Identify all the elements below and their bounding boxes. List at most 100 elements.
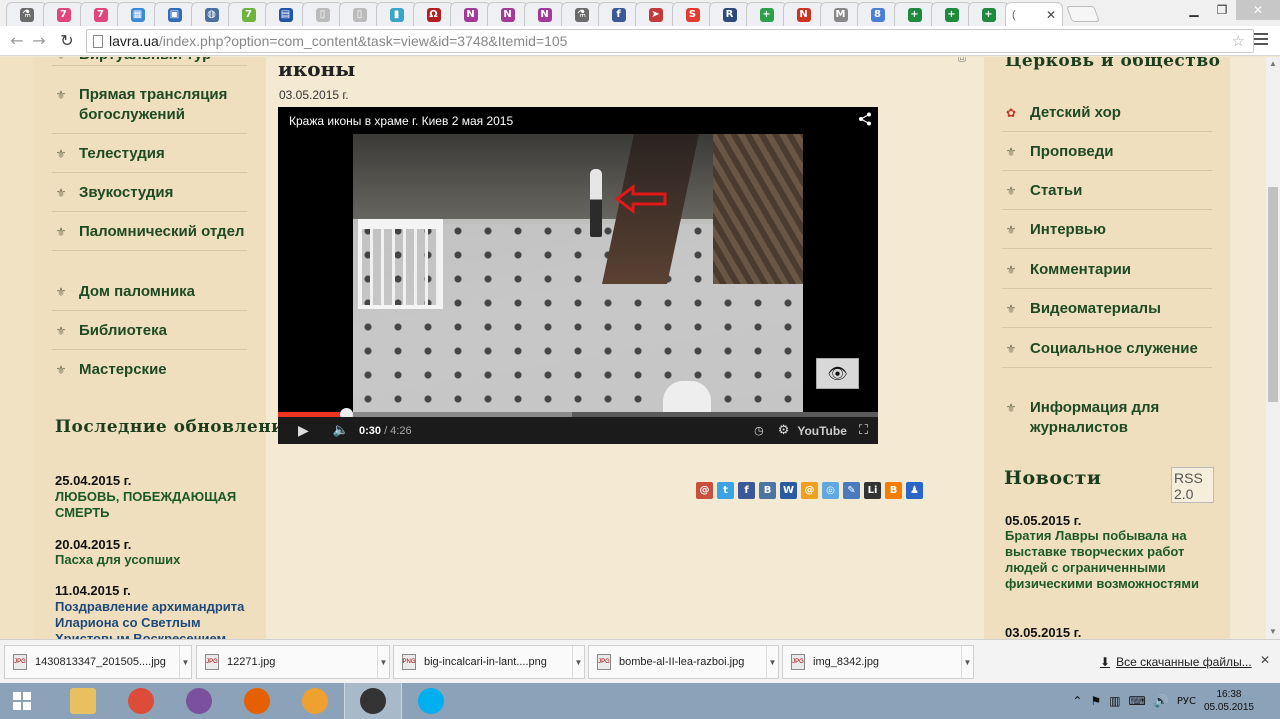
fullscreen-icon[interactable]: ⛶ <box>859 423 868 438</box>
firefox-icon[interactable] <box>228 683 286 719</box>
browser-tab[interactable]: ▤ <box>265 2 306 26</box>
browser-tab[interactable]: ▮ <box>376 2 417 26</box>
volume-icon[interactable]: 🔊 <box>1154 694 1169 708</box>
left-menu-item-telestudio[interactable]: ⚜ Телестудия <box>52 144 247 173</box>
rss-icon[interactable]: RSS 2.0 <box>1171 467 1214 503</box>
network-icon[interactable]: ▥ <box>1109 694 1120 708</box>
page-scrollbar[interactable]: ▲ ▼ <box>1266 57 1280 639</box>
browser-tab[interactable]: ▯ <box>339 2 380 26</box>
browser-tab[interactable]: S <box>672 2 713 26</box>
reload-button[interactable]: ↻ <box>56 30 78 52</box>
viber-icon[interactable] <box>170 683 228 719</box>
browser-tab[interactable]: ⚗ <box>6 2 47 26</box>
print-icon[interactable]: ⎙ <box>958 57 966 64</box>
youtube-logo[interactable]: YouTube <box>797 424 847 438</box>
browser-tab[interactable]: + <box>746 2 787 26</box>
all-downloads-link[interactable]: ⬇ Все скачанные файлы... <box>1100 655 1252 669</box>
twitter-icon[interactable]: t <box>717 482 734 499</box>
browser-tab[interactable]: 7 <box>43 2 84 26</box>
keyboard-icon[interactable]: ⌨ <box>1129 694 1146 708</box>
right-menu-item-video[interactable]: ⚜ Видеоматериалы <box>1002 299 1212 328</box>
liveinternet-icon[interactable]: Li <box>864 482 881 499</box>
pencil-icon[interactable]: ✎ <box>843 482 860 499</box>
scrollbar-thumb[interactable] <box>1268 187 1278 402</box>
right-menu-item-articles[interactable]: ⚜ Статьи <box>1002 181 1212 210</box>
clock[interactable]: 16:38 05.05.2015 <box>1204 688 1254 714</box>
settings-gear-icon[interactable]: ⚙ <box>778 423 790 438</box>
download-item[interactable]: JPG 12271.jpg ▼ <box>196 645 390 679</box>
browser-tab[interactable]: + <box>968 2 1009 26</box>
skype-icon[interactable] <box>402 683 460 719</box>
tab-active[interactable]: ( ✕ <box>1005 2 1063 26</box>
bookmark-star-icon[interactable]: ☆ <box>1232 32 1245 50</box>
download-item[interactable]: PNG big-incalcari-in-lant....png ▼ <box>393 645 585 679</box>
vkontakte-icon[interactable]: В <box>759 482 776 499</box>
language-indicator[interactable]: РУС <box>1177 696 1196 707</box>
download-item[interactable]: JPG 1430813347_201505....jpg ▼ <box>4 645 192 679</box>
browser-tab[interactable]: ◍ <box>191 2 232 26</box>
browser-tab[interactable]: ▯ <box>302 2 343 26</box>
video-player[interactable]: Кража иконы в храме г. Киев 2 мая 2015 👁… <box>278 107 878 444</box>
tray-expand-icon[interactable]: ⌃ <box>1072 694 1082 708</box>
left-menu-item-library[interactable]: ⚜ Библиотека <box>52 321 247 350</box>
browser-tab[interactable]: 7 <box>80 2 121 26</box>
chrome-icon[interactable] <box>112 683 170 719</box>
close-download-bar-icon[interactable]: ✕ <box>1260 653 1270 667</box>
left-menu-item-pilgrim-house[interactable]: ⚜ Дом паломника <box>52 282 247 311</box>
camera-icon[interactable] <box>344 683 402 719</box>
chevron-down-icon[interactable]: ▼ <box>766 646 778 678</box>
browser-tab[interactable]: 8 <box>857 2 898 26</box>
forward-button[interactable]: → <box>28 30 50 52</box>
blogger-icon[interactable]: B <box>885 482 902 499</box>
close-window-icon[interactable]: ✕ <box>1236 0 1280 20</box>
chrome-menu-icon[interactable] <box>1254 33 1268 48</box>
browser-tab[interactable]: ⚗ <box>561 2 602 26</box>
right-menu-item-interview[interactable]: ⚜ Интервью <box>1002 220 1212 249</box>
mute-icon[interactable]: 🔈 <box>333 423 349 438</box>
share-icon[interactable] <box>858 112 872 126</box>
ya-icon[interactable]: ◎ <box>822 482 839 499</box>
right-menu-item-choir[interactable]: ✿ Детский хор <box>1002 103 1212 132</box>
browser-tab[interactable]: N <box>487 2 528 26</box>
update-link[interactable]: Поздравление архимандрита Илариона со Св… <box>55 599 255 639</box>
play-icon[interactable]: ▶ <box>298 423 309 439</box>
browser-tab[interactable]: Ω <box>413 2 454 26</box>
video-frame[interactable] <box>353 134 803 415</box>
flag-icon[interactable]: ⚑ <box>1090 694 1101 708</box>
left-menu-item-soundstudio[interactable]: ⚜ Звукостудия <box>52 183 247 212</box>
bookmark-icon[interactable]: W <box>780 482 797 499</box>
back-button[interactable]: ← <box>6 30 28 52</box>
browser-tab[interactable]: ▣ <box>154 2 195 26</box>
file-explorer-icon[interactable] <box>54 683 112 719</box>
chevron-down-icon[interactable]: ▼ <box>179 646 191 678</box>
left-menu-item-virtual-tour[interactable]: ⚜Виртуальный тур <box>52 57 247 66</box>
minimize-icon[interactable]: ▁ <box>1180 0 1208 20</box>
chevron-down-icon[interactable]: ▼ <box>572 646 584 678</box>
people-icon[interactable]: ♟ <box>906 482 923 499</box>
news-link[interactable]: Братия Лавры побывала на выставке творче… <box>1005 528 1215 592</box>
watch-later-icon[interactable]: ◷ <box>754 424 764 437</box>
right-menu-item-journalists[interactable]: ⚜ Информация для журналистов <box>1002 398 1212 448</box>
browser-tab[interactable]: f <box>598 2 639 26</box>
new-tab-button[interactable] <box>1066 6 1100 22</box>
facebook-icon[interactable]: f <box>738 482 755 499</box>
download-item[interactable]: JPG bombe-al-II-lea-razboi.jpg ▼ <box>588 645 779 679</box>
maximize-icon[interactable]: ❐ <box>1208 0 1236 20</box>
update-link[interactable]: Пасха для усопших <box>55 552 255 568</box>
right-menu-item-comments[interactable]: ⚜ Комментарии <box>1002 260 1212 289</box>
browser-tab[interactable]: N <box>783 2 824 26</box>
left-menu-item-workshops[interactable]: ⚜ Мастерские <box>52 360 247 390</box>
address-bar[interactable]: lavra.ua/index.php?option=com_content&ta… <box>86 29 1254 53</box>
start-button[interactable] <box>0 683 44 719</box>
update-link[interactable]: ЛЮБОВЬ, ПОБЕЖДАЮЩАЯ СМЕРТЬ <box>55 489 255 521</box>
browser-tab[interactable]: ▦ <box>117 2 158 26</box>
close-tab-icon[interactable]: ✕ <box>1046 8 1056 22</box>
browser-tab[interactable]: + <box>931 2 972 26</box>
weather-icon[interactable] <box>286 683 344 719</box>
browser-tab[interactable]: N <box>450 2 491 26</box>
mail-at-icon[interactable]: @ <box>801 482 818 499</box>
browser-tab[interactable]: + <box>894 2 935 26</box>
right-menu-item-sermons[interactable]: ⚜ Проповеди <box>1002 142 1212 171</box>
browser-tab[interactable]: R <box>709 2 750 26</box>
chevron-down-icon[interactable]: ▼ <box>961 646 973 678</box>
